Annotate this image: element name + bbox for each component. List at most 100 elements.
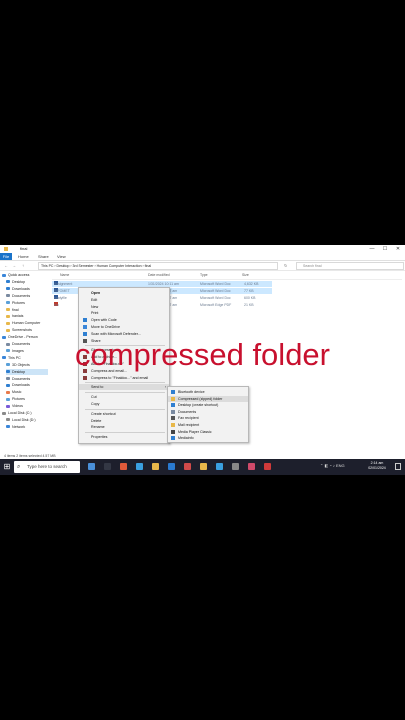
- sidebar-item[interactable]: Documents: [6, 293, 30, 299]
- send-to-item[interactable]: Documents: [168, 409, 248, 415]
- column-name[interactable]: Name: [60, 273, 69, 277]
- ribbon-tab-file[interactable]: File: [0, 253, 12, 260]
- context-menu-item[interactable]: Open with Code: [79, 317, 169, 323]
- sidebar-item[interactable]: Local Disk (D:): [6, 417, 36, 423]
- ribbon-tab-home[interactable]: Home: [18, 253, 29, 260]
- sidebar-item-label: Downloads: [12, 286, 30, 291]
- menu-item-label: Properties: [91, 435, 108, 440]
- sidebar-item[interactable]: Downloads: [6, 286, 30, 292]
- taskbar-app-icon[interactable]: [248, 463, 255, 470]
- sidebar-item[interactable]: Documents: [6, 376, 30, 382]
- sidebar-item[interactable]: Local Disk (C:): [2, 410, 32, 416]
- menu-item-icon: [171, 396, 175, 401]
- send-to-item[interactable]: Mail recipient: [168, 422, 248, 428]
- sidebar-item[interactable]: haniais: [6, 313, 23, 319]
- refresh-button[interactable]: ↻: [284, 262, 287, 269]
- folder-icon: [6, 404, 10, 408]
- sidebar-item-label: Documents: [12, 293, 31, 298]
- taskbar-search-box[interactable]: ⌕ Type here to search: [14, 461, 80, 473]
- context-menu-item[interactable]: Properties: [79, 434, 169, 440]
- sidebar-item[interactable]: Pictures: [6, 300, 25, 306]
- window-title: final: [20, 246, 28, 251]
- sidebar-item[interactable]: final: [6, 307, 19, 313]
- send-to-item[interactable]: Fax recipient: [168, 415, 248, 421]
- ribbon-tab-view[interactable]: View: [57, 253, 66, 260]
- context-menu-item[interactable]: Rename: [79, 424, 169, 430]
- file-size: 600 KB: [244, 296, 256, 300]
- context-menu-item[interactable]: Open: [79, 290, 169, 296]
- file-type: Microsoft Word Doc: [200, 282, 231, 286]
- menu-item-label: Open with Code: [91, 318, 117, 323]
- context-menu-item[interactable]: Edit: [79, 297, 169, 303]
- taskbar-app-icon[interactable]: [232, 463, 239, 470]
- sidebar-item[interactable]: Videos: [6, 403, 23, 409]
- context-menu-item[interactable]: Cut: [79, 394, 169, 400]
- menu-item-label: Copy: [91, 402, 100, 406]
- column-size[interactable]: Size: [242, 273, 249, 277]
- sidebar-item-label: Human Computer: [12, 321, 41, 326]
- menu-item-icon: [171, 436, 175, 441]
- send-to-item[interactable]: Media Player Classic: [168, 429, 248, 435]
- taskbar-app-icon[interactable]: [264, 463, 271, 470]
- taskbar-app-icon[interactable]: [120, 463, 127, 470]
- menu-item-icon: [83, 375, 87, 380]
- close-button[interactable]: ✕: [392, 245, 404, 253]
- sidebar-item[interactable]: Music: [6, 389, 21, 395]
- context-menu-item[interactable]: Copy: [79, 401, 169, 407]
- file-size: 4,632 KB: [244, 282, 259, 286]
- notification-icon[interactable]: [395, 463, 401, 470]
- sidebar-item-label: Pictures: [12, 397, 25, 402]
- column-type[interactable]: Type: [200, 273, 208, 277]
- context-menu-item[interactable]: New: [79, 304, 169, 310]
- maximize-button[interactable]: ☐: [379, 245, 391, 253]
- system-tray[interactable]: ⌃ ◧ ◔ ♪ ENG: [320, 463, 345, 468]
- taskbar-app-icon[interactable]: [152, 463, 159, 470]
- context-menu-item[interactable]: Create shortcut: [79, 411, 169, 417]
- taskbar-app-icon[interactable]: [104, 463, 111, 470]
- column-date[interactable]: Date modified: [148, 273, 170, 277]
- sidebar-item[interactable]: Desktop: [6, 279, 25, 285]
- context-menu-item[interactable]: Compress to "Finaldoc..." and email: [79, 375, 169, 381]
- menu-item-label: Send to: [91, 385, 104, 390]
- sidebar-item[interactable]: Network: [6, 424, 25, 430]
- context-menu-item[interactable]: Print: [79, 310, 169, 316]
- sidebar-item[interactable]: Human Computer: [6, 320, 40, 326]
- sidebar-item[interactable]: Quick access: [2, 272, 29, 278]
- send-to-item[interactable]: Desktop (create shortcut): [168, 402, 248, 408]
- back-button[interactable]: ←: [4, 262, 8, 269]
- up-button[interactable]: ↑: [22, 262, 24, 269]
- taskbar-app-icon[interactable]: [200, 463, 207, 470]
- file-name-label: INFOMET: [54, 289, 70, 293]
- folder-icon: [4, 247, 8, 251]
- sidebar-item[interactable]: Downloads: [6, 382, 30, 388]
- menu-item-label: Open: [91, 291, 101, 295]
- menu-item-label: Edit: [91, 297, 98, 302]
- clock[interactable]: 2:14 am 02/01/2024: [362, 461, 392, 471]
- taskbar-app-icon[interactable]: [184, 463, 191, 470]
- taskbar-app-icon[interactable]: [88, 463, 95, 470]
- send-to-item[interactable]: Mediainfo: [168, 435, 248, 441]
- taskbar-app-icon[interactable]: [216, 463, 223, 470]
- context-menu-item[interactable]: Delete: [79, 418, 169, 424]
- windows-start-icon[interactable]: ⊞: [2, 462, 12, 472]
- search-input[interactable]: Search final: [296, 262, 404, 270]
- menu-item-label: New: [91, 304, 99, 309]
- menu-separator: [85, 408, 165, 410]
- sidebar-item[interactable]: Pictures: [6, 396, 25, 402]
- taskbar-app-icon[interactable]: [136, 463, 143, 470]
- forward-button[interactable]: →: [12, 262, 16, 269]
- send-to-item[interactable]: Bluetooth device: [168, 389, 248, 395]
- minimize-button[interactable]: —: [366, 245, 378, 253]
- address-path[interactable]: This PC › Desktop › 3rd Semester › Human…: [38, 262, 278, 270]
- sidebar-item[interactable]: Screenshots: [6, 327, 32, 333]
- caption-overlay: compressed folder: [74, 337, 330, 372]
- taskbar-app-icon[interactable]: [168, 463, 175, 470]
- context-menu-item[interactable]: Send to ›: [79, 384, 169, 391]
- menu-item-icon: [171, 416, 175, 421]
- ribbon-tab-share[interactable]: Share: [38, 253, 49, 260]
- context-menu-item[interactable]: Move to OneDrive: [79, 324, 169, 330]
- folder-icon: [6, 308, 10, 312]
- menu-item-label: Cut: [91, 395, 97, 400]
- send-to-item[interactable]: Compressed (zipped) folder: [168, 395, 248, 402]
- menu-separator: [85, 392, 165, 394]
